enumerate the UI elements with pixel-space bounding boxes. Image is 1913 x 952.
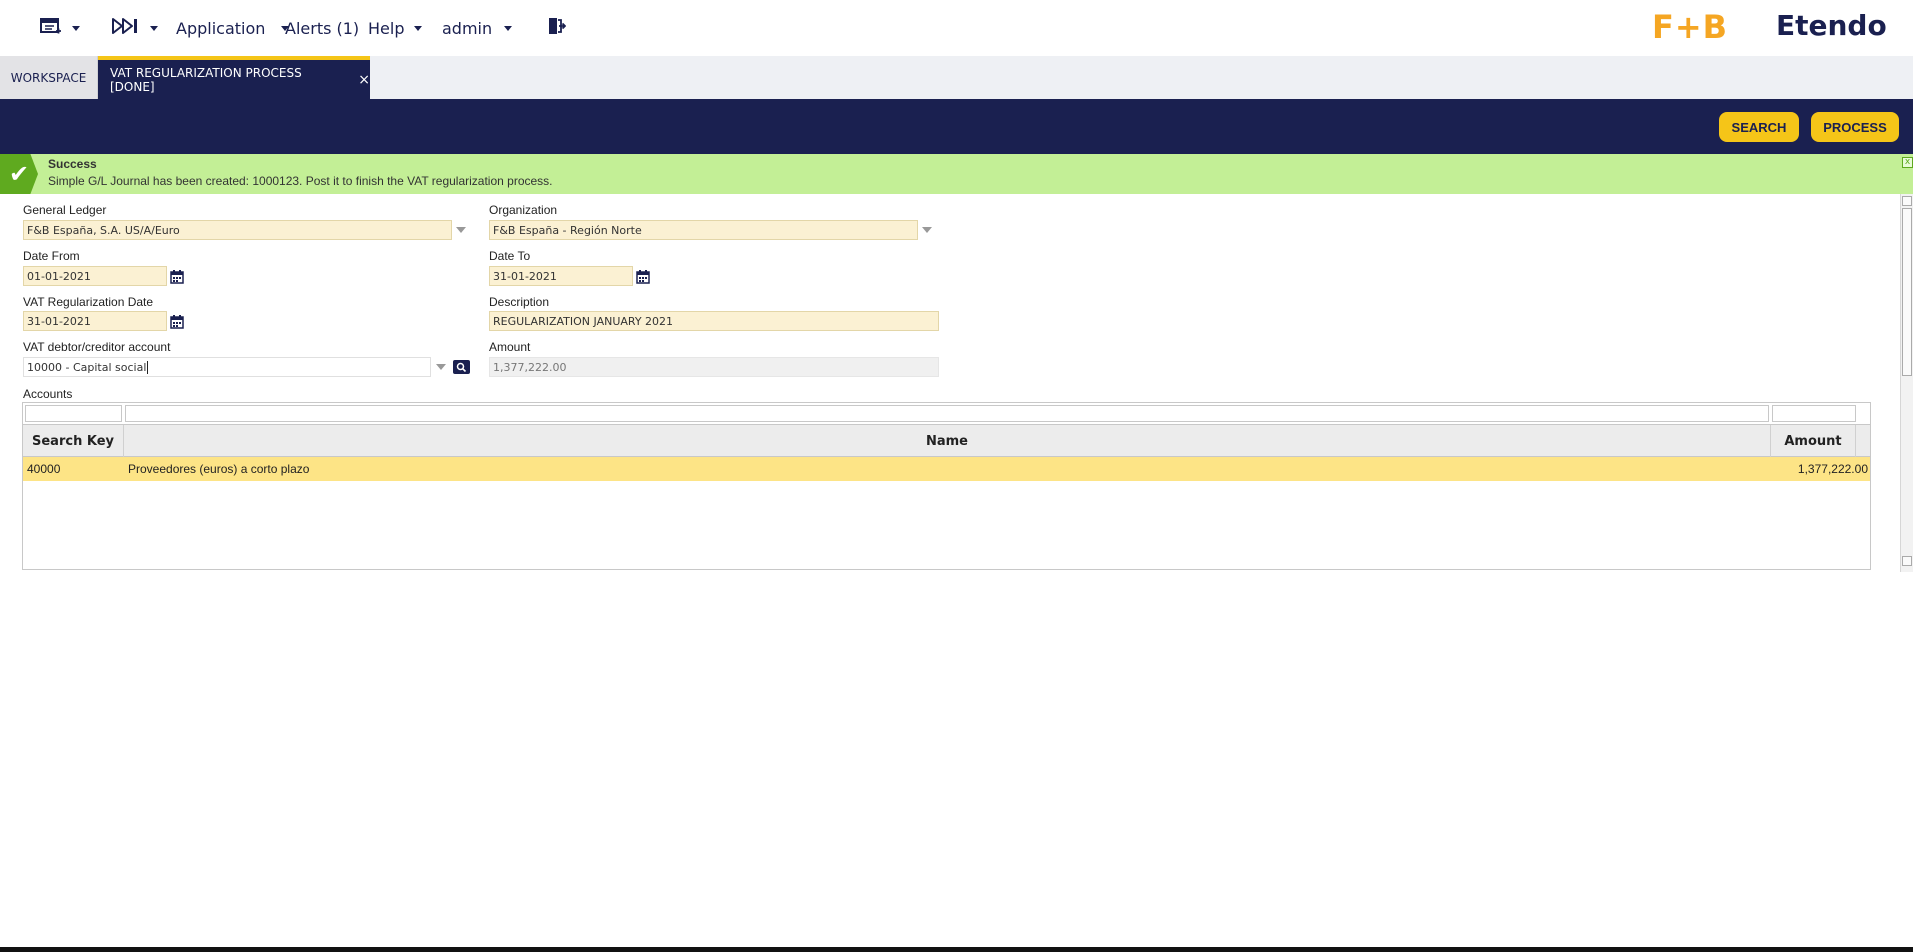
date-to-field[interactable]: 31-01-2021 bbox=[489, 266, 633, 286]
search-icon[interactable] bbox=[453, 360, 470, 374]
scroll-down-icon[interactable] bbox=[1902, 556, 1912, 566]
description-label: Description bbox=[489, 295, 550, 309]
etendo-logo: Etendo bbox=[1776, 9, 1887, 42]
success-message: ✔ Success Simple G/L Journal has been cr… bbox=[0, 154, 1913, 194]
vat-reg-date-label: VAT Regularization Date bbox=[23, 295, 154, 309]
new-window-icon bbox=[40, 16, 62, 40]
vat-reg-date-value: 31-01-2021 bbox=[27, 314, 91, 328]
filter-amount-input[interactable] bbox=[1772, 405, 1856, 422]
amount-value: 1,377,222.00 bbox=[493, 360, 567, 374]
alerts-label: Alerts (1) bbox=[285, 18, 360, 38]
recent-views-menu[interactable] bbox=[112, 17, 158, 39]
organization-label: Organization bbox=[489, 203, 558, 217]
application-menu[interactable]: Application bbox=[176, 17, 290, 39]
tab-bar: WORKSPACE VAT REGULARIZATION PROCESS [DO… bbox=[0, 56, 1913, 99]
row-amount: 1,377,222.00 bbox=[1797, 462, 1868, 476]
fb-logo-text: F+B bbox=[1652, 8, 1729, 46]
scroll-thumb[interactable] bbox=[1902, 208, 1912, 376]
general-ledger-field[interactable]: F&B España, S.A. US/A/Euro bbox=[23, 220, 452, 240]
chevron-down-icon bbox=[72, 25, 80, 31]
amount-field: 1,377,222.00 bbox=[489, 357, 939, 377]
row-search-key: 40000 bbox=[27, 462, 61, 476]
description-value: REGULARIZATION JANUARY 2021 bbox=[493, 314, 674, 328]
app-root: Application Alerts (1) Help admin F+B Et… bbox=[0, 0, 1913, 952]
date-from-field[interactable]: 01-01-2021 bbox=[23, 266, 167, 286]
grid-header-row: Search Key Name Amount bbox=[23, 425, 1870, 457]
calendar-icon[interactable] bbox=[170, 314, 184, 329]
process-button[interactable]: PROCESS bbox=[1811, 112, 1899, 142]
tab-workspace[interactable]: WORKSPACE bbox=[0, 56, 98, 99]
general-ledger-label: General Ledger bbox=[23, 203, 107, 217]
vat-account-label: VAT debtor/creditor account bbox=[23, 340, 171, 354]
date-to-value: 31-01-2021 bbox=[493, 269, 557, 283]
accounts-label: Accounts bbox=[23, 387, 73, 401]
table-row[interactable]: 40000 Proveedores (euros) a corto plazo … bbox=[23, 457, 1870, 481]
help-menu-label: Help bbox=[368, 18, 405, 38]
alerts-link[interactable]: Alerts (1) bbox=[285, 17, 359, 39]
text-cursor bbox=[147, 360, 149, 374]
general-ledger-value: F&B España, S.A. US/A/Euro bbox=[27, 223, 180, 237]
vat-account-dropdown-icon[interactable] bbox=[436, 364, 446, 370]
accounts-grid: Search Key Name Amount 40000 Proveedores… bbox=[22, 402, 1871, 570]
help-menu[interactable]: Help bbox=[368, 17, 423, 39]
grid-filter-row bbox=[23, 403, 1870, 425]
calendar-icon[interactable] bbox=[170, 269, 184, 284]
etendo-logo-text: Etendo bbox=[1776, 9, 1887, 42]
organization-dropdown-icon[interactable] bbox=[922, 227, 932, 233]
tab-vat-regularization[interactable]: VAT REGULARIZATION PROCESS [DONE] × bbox=[98, 56, 370, 99]
chevron-down-icon bbox=[414, 25, 423, 31]
tab-vat-regularization-label: VAT REGULARIZATION PROCESS [DONE] bbox=[110, 65, 302, 94]
fb-logo: F+B bbox=[1652, 8, 1728, 46]
date-from-value: 01-01-2021 bbox=[27, 269, 91, 283]
filter-name-input[interactable] bbox=[125, 405, 1769, 422]
bottom-edge bbox=[0, 947, 1913, 952]
vat-account-value: 10000 - Capital social bbox=[27, 360, 147, 374]
tab-workspace-label: WORKSPACE bbox=[10, 70, 87, 85]
chevron-down-icon bbox=[150, 25, 158, 31]
date-to-label: Date To bbox=[489, 249, 531, 263]
fast-forward-icon bbox=[112, 17, 140, 39]
organization-field[interactable]: F&B España - Región Norte bbox=[489, 220, 918, 240]
logout-icon bbox=[546, 16, 567, 40]
user-menu[interactable]: admin bbox=[442, 17, 513, 39]
application-menu-label: Application bbox=[176, 18, 266, 38]
filter-search-key-input[interactable] bbox=[25, 405, 122, 422]
top-navbar: Application Alerts (1) Help admin F+B Et… bbox=[0, 0, 1913, 56]
checkmark-icon: ✔ bbox=[0, 154, 38, 194]
new-window-menu[interactable] bbox=[40, 17, 80, 39]
user-menu-label: admin bbox=[442, 18, 493, 38]
close-icon[interactable]: × bbox=[358, 72, 370, 88]
column-header-amount[interactable]: Amount bbox=[1771, 425, 1856, 457]
logout-button[interactable] bbox=[546, 16, 567, 40]
scroll-up-icon[interactable] bbox=[1902, 196, 1912, 206]
column-header-search-key[interactable]: Search Key bbox=[23, 425, 124, 457]
general-ledger-dropdown-icon[interactable] bbox=[456, 227, 466, 233]
process-toolbar: SEARCH PROCESS bbox=[0, 99, 1913, 154]
row-name: Proveedores (euros) a corto plazo bbox=[128, 462, 310, 476]
form-scrollbar[interactable] bbox=[1900, 194, 1913, 572]
amount-label: Amount bbox=[489, 340, 531, 354]
column-header-name[interactable]: Name bbox=[124, 425, 1771, 457]
message-close-icon[interactable]: x bbox=[1902, 157, 1913, 168]
vat-reg-date-field[interactable]: 31-01-2021 bbox=[23, 311, 167, 331]
message-text: Simple G/L Journal has been created: 100… bbox=[48, 174, 553, 188]
calendar-icon[interactable] bbox=[636, 269, 650, 284]
description-field[interactable]: REGULARIZATION JANUARY 2021 bbox=[489, 311, 939, 331]
date-from-label: Date From bbox=[23, 249, 80, 263]
organization-value: F&B España - Región Norte bbox=[493, 223, 642, 237]
message-title: Success bbox=[48, 157, 97, 171]
search-button[interactable]: SEARCH bbox=[1719, 112, 1799, 142]
vat-account-field[interactable]: 10000 - Capital social bbox=[23, 357, 431, 377]
chevron-down-icon bbox=[504, 25, 513, 31]
